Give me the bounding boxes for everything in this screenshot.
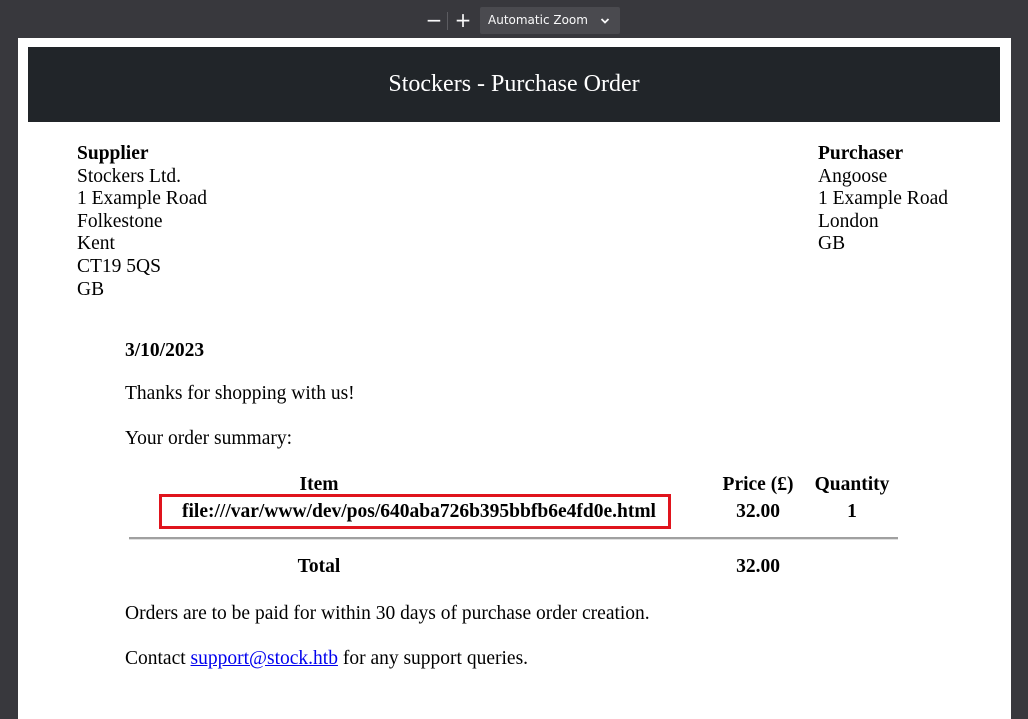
total-label: Total xyxy=(297,556,341,577)
toolbar-separator xyxy=(447,12,448,30)
supplier-heading: Supplier xyxy=(77,143,149,164)
support-email-link[interactable]: support@stock.htb xyxy=(191,648,338,669)
thanks-message: Thanks for shopping with us! xyxy=(125,383,355,404)
purchaser-address: Purchaser Angoose 1 Example Road London … xyxy=(818,143,948,256)
supplier-line: GB xyxy=(77,278,105,300)
supplier-line: Stockers Ltd. xyxy=(77,165,181,187)
table-header-item: Item xyxy=(299,474,339,495)
table-cell-item: file:///var/www/dev/pos/640aba726b395bbf… xyxy=(182,501,656,522)
table-header-price: Price (£) xyxy=(722,474,794,495)
supplier-line: 1 Example Road xyxy=(77,188,207,210)
purchaser-line: 1 Example Road xyxy=(818,188,948,210)
purchaser-line: London xyxy=(818,210,879,232)
zoom-select[interactable]: Automatic Zoom xyxy=(480,7,620,34)
purchaser-line: GB xyxy=(818,233,846,255)
contact-suffix: for any support queries. xyxy=(337,648,529,669)
pdf-toolbar: − + Automatic Zoom xyxy=(0,0,1028,38)
contact-line: Contact support@stock.htb for any suppor… xyxy=(125,648,528,670)
order-date: 3/10/2023 xyxy=(125,340,205,361)
supplier-line: CT19 5QS xyxy=(77,255,161,277)
total-value: 32.00 xyxy=(736,556,780,577)
order-summary-label: Your order summary: xyxy=(125,428,293,449)
document-title: Stockers - Purchase Order xyxy=(28,47,1000,122)
supplier-line: Kent xyxy=(77,233,115,255)
table-divider xyxy=(129,537,898,540)
table-cell-price: 32.00 xyxy=(736,501,780,522)
purchaser-heading: Purchaser xyxy=(818,143,904,164)
contact-prefix: Contact xyxy=(125,648,191,669)
payment-terms: Orders are to be paid for within 30 days… xyxy=(125,603,650,624)
zoom-out-button[interactable]: − xyxy=(422,8,446,32)
supplier-address: Supplier Stockers Ltd. 1 Example Road Fo… xyxy=(77,143,207,301)
supplier-line: Folkestone xyxy=(77,210,163,232)
table-cell-quantity: 1 xyxy=(847,501,857,522)
zoom-select-value: Automatic Zoom xyxy=(488,13,588,27)
zoom-in-button[interactable]: + xyxy=(451,8,475,32)
table-header-quantity: Quantity xyxy=(814,474,890,495)
purchaser-line: Angoose xyxy=(818,165,888,187)
pdf-page: Stockers - Purchase Order Supplier Stock… xyxy=(18,38,1011,719)
chevron-down-icon xyxy=(600,18,610,24)
